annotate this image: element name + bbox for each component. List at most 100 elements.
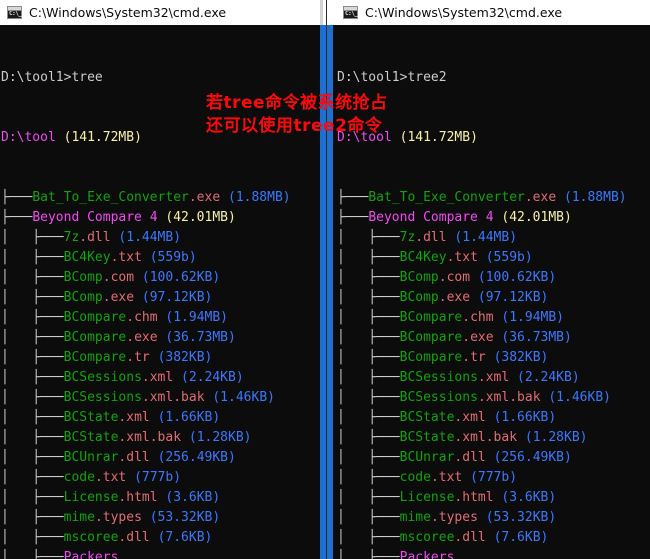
spacer bbox=[470, 290, 478, 305]
tree-row: │ ├───BCState.xml.bak (1.28KB) bbox=[1, 428, 326, 448]
spacer bbox=[150, 450, 158, 465]
tree-row: │ ├───BCompare.chm (1.94MB) bbox=[337, 308, 650, 328]
file-extension: .txt bbox=[447, 250, 478, 265]
file-name: code bbox=[64, 470, 95, 485]
tree-branch-glyph: │ ├─── bbox=[337, 490, 400, 505]
tree-row: │ ├───BCompare.exe (36.73MB) bbox=[337, 328, 650, 348]
file-name: BCSessions bbox=[64, 370, 142, 385]
file-extension: .xml.bak bbox=[454, 430, 517, 445]
file-size: (7.6KB) bbox=[158, 530, 213, 545]
file-size: (1.28KB) bbox=[189, 430, 252, 445]
cmd-console-icon: C:\_ bbox=[7, 6, 22, 19]
file-size: (1.94MB) bbox=[165, 310, 228, 325]
tree-row: │ ├───BCSessions.xml.bak (1.46KB) bbox=[1, 388, 326, 408]
command-text-right: tree2 bbox=[407, 70, 446, 85]
file-size: (1.66KB) bbox=[158, 410, 221, 425]
tree-row: │ ├───BCompare.exe (36.73MB) bbox=[1, 328, 326, 348]
file-name: BComp bbox=[400, 290, 439, 305]
file-extension: .com bbox=[103, 270, 134, 285]
file-name: BCState bbox=[64, 410, 119, 425]
file-name: 7z bbox=[400, 230, 416, 245]
console-window-left[interactable]: C:\_ C:\Windows\System32\cmd.exe D:\tool… bbox=[0, 0, 326, 559]
spacer bbox=[150, 410, 158, 425]
file-size: (3.6KB) bbox=[501, 490, 556, 505]
file-size: (42.01MB) bbox=[501, 210, 571, 225]
tree-row: │ ├───Packers bbox=[1, 548, 326, 559]
directory-name: Packers bbox=[400, 550, 455, 559]
file-size: (1.94MB) bbox=[501, 310, 564, 325]
file-size: (1.46KB) bbox=[548, 390, 611, 405]
file-extension: .txt bbox=[95, 470, 126, 485]
spacer bbox=[134, 290, 142, 305]
tree-row: │ ├───Packers bbox=[337, 548, 650, 559]
file-size: (100.62KB) bbox=[142, 270, 220, 285]
file-extension: .xml.bak bbox=[142, 390, 205, 405]
directory-name: Beyond Compare 4 bbox=[32, 210, 157, 225]
file-name: BCompare bbox=[400, 350, 463, 365]
tree-row: │ ├───BCSessions.xml.bak (1.46KB) bbox=[337, 388, 650, 408]
cmd-console-icon: C:\_ bbox=[343, 6, 358, 19]
file-size: (1.44MB) bbox=[118, 230, 181, 245]
console-window-right[interactable]: C:\_ C:\Windows\System32\cmd.exe D:\tool… bbox=[326, 0, 650, 559]
tree-branch-glyph: │ ├─── bbox=[1, 450, 64, 465]
tree-row: │ ├───mime.types (53.32KB) bbox=[337, 508, 650, 528]
tree-row: │ ├───BCompare.chm (1.94MB) bbox=[1, 308, 326, 328]
tree-row: │ ├───BCState.xml (1.66KB) bbox=[337, 408, 650, 428]
command-text-left: tree bbox=[71, 70, 102, 85]
file-size: (382KB) bbox=[494, 350, 549, 365]
file-name: BComp bbox=[64, 290, 103, 305]
tree-branch-glyph: │ ├─── bbox=[337, 450, 400, 465]
spacer bbox=[150, 530, 158, 545]
titlebar-right[interactable]: C:\_ C:\Windows\System32\cmd.exe bbox=[326, 0, 650, 25]
file-name: BCState bbox=[400, 410, 455, 425]
file-size: (1.66KB) bbox=[494, 410, 557, 425]
file-extension: .com bbox=[439, 270, 470, 285]
spacer bbox=[142, 510, 150, 525]
file-extension: .exe bbox=[126, 330, 157, 345]
file-name: BCompare bbox=[64, 330, 127, 345]
tree-branch-glyph: │ ├─── bbox=[1, 250, 64, 265]
titlebar-left[interactable]: C:\_ C:\Windows\System32\cmd.exe bbox=[0, 0, 326, 25]
spacer bbox=[486, 410, 494, 425]
file-size: (7.6KB) bbox=[494, 530, 549, 545]
file-name: License bbox=[64, 490, 119, 505]
window-divider-shadow bbox=[320, 0, 323, 25]
tree-row: │ ├───mime.types (53.32KB) bbox=[1, 508, 326, 528]
tree-row: ├───Bat_To_Exe_Converter.exe (1.88MB) bbox=[337, 188, 650, 208]
tree-branch-glyph: │ ├─── bbox=[337, 310, 400, 325]
spacer bbox=[142, 250, 150, 265]
directory-name: Beyond Compare 4 bbox=[368, 210, 493, 225]
tree-branch-glyph: ├─── bbox=[1, 190, 32, 205]
root-size-value-left: (141.72MB) bbox=[64, 130, 142, 145]
spacer bbox=[517, 430, 525, 445]
spacer bbox=[150, 350, 158, 365]
file-extension: .chm bbox=[126, 310, 157, 325]
tree-row: │ ├───License.html (3.6KB) bbox=[1, 488, 326, 508]
tree-branch-glyph: │ ├─── bbox=[1, 270, 64, 285]
file-size: (777b) bbox=[470, 470, 517, 485]
file-extension: .txt bbox=[111, 250, 142, 265]
spacer bbox=[478, 250, 486, 265]
file-extension: .exe bbox=[525, 190, 556, 205]
file-extension: .xml.bak bbox=[478, 390, 541, 405]
tree-row: │ ├───BCUnrar.dll (256.49KB) bbox=[1, 448, 326, 468]
file-extension: .xml bbox=[118, 410, 149, 425]
tree-branch-glyph: │ ├─── bbox=[1, 530, 64, 545]
spacer bbox=[126, 470, 134, 485]
tree-branch-glyph: │ ├─── bbox=[337, 470, 400, 485]
tree-branch-glyph: │ ├─── bbox=[337, 370, 400, 385]
prompt-line-left: D:\tool1>tree bbox=[1, 68, 326, 88]
tree-row: │ ├───BCompare.tr (382KB) bbox=[337, 348, 650, 368]
tree-branch-glyph: │ ├─── bbox=[1, 490, 64, 505]
file-name: BComp bbox=[64, 270, 103, 285]
file-size: (1.46KB) bbox=[212, 390, 275, 405]
file-name: mscoree bbox=[64, 530, 119, 545]
file-extension: .html bbox=[118, 490, 157, 505]
tree-branch-glyph: │ ├─── bbox=[337, 550, 400, 559]
file-size: (559b) bbox=[486, 250, 533, 265]
file-extension: .exe bbox=[189, 190, 220, 205]
prompt-text-right: D:\tool1> bbox=[337, 70, 407, 85]
file-size: (100.62KB) bbox=[478, 270, 556, 285]
tree-row: ├───Bat_To_Exe_Converter.exe (1.88MB) bbox=[1, 188, 326, 208]
file-size: (3.6KB) bbox=[165, 490, 220, 505]
